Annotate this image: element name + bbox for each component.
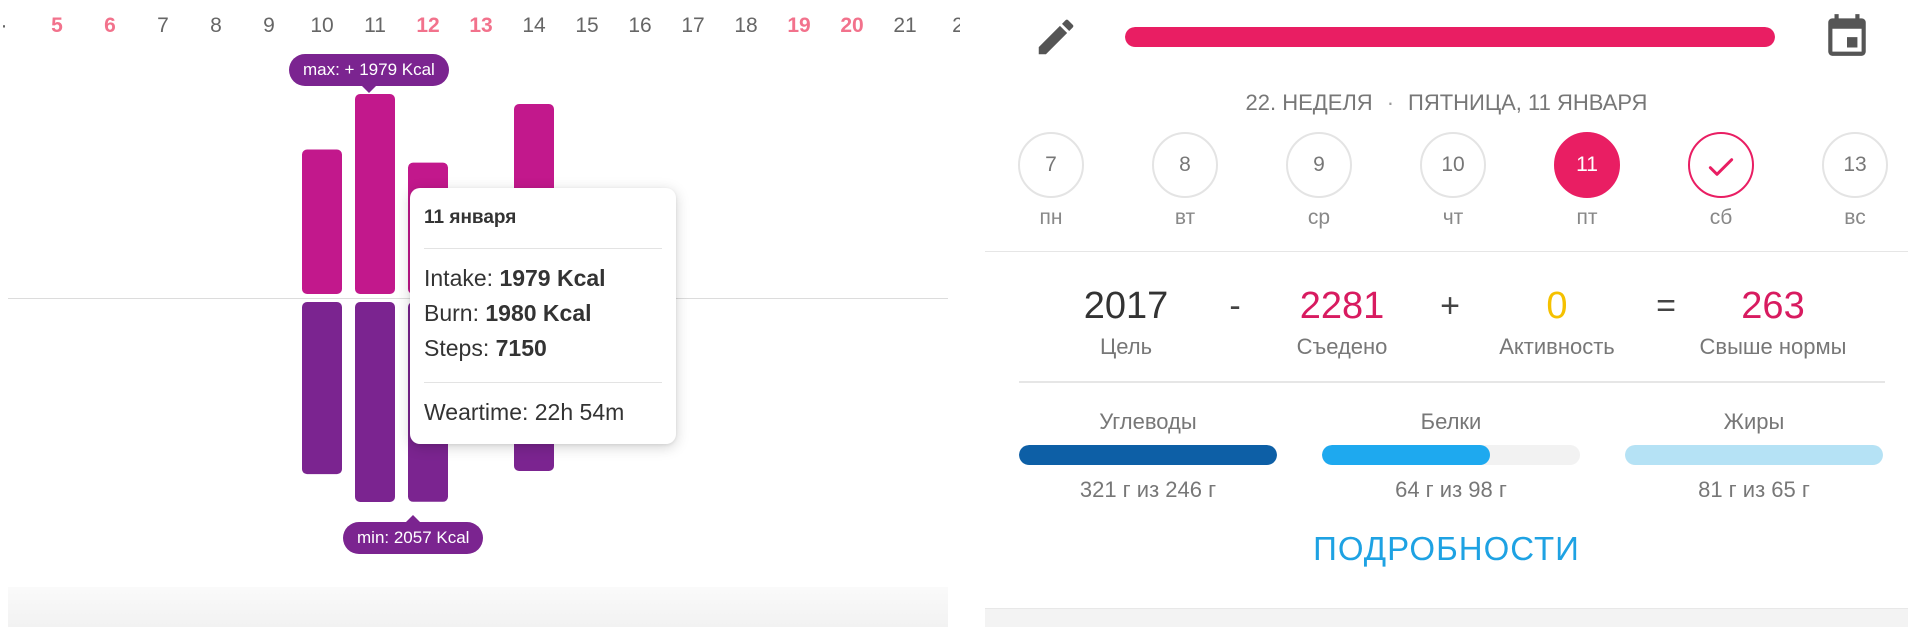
tooltip-burn-value: 1980 Kcal bbox=[485, 300, 592, 326]
left-footer-bar bbox=[8, 587, 948, 627]
macro-bar-fill bbox=[1019, 445, 1277, 465]
day-label: вт bbox=[1174, 206, 1196, 229]
day-number[interactable]: 10 bbox=[1420, 132, 1486, 198]
intake-bar-10[interactable] bbox=[302, 149, 342, 294]
daily-progress-fill bbox=[1125, 27, 1775, 47]
macro-protein: Белки 64 г из 98 г bbox=[1322, 405, 1580, 505]
burn-bar-10[interactable] bbox=[302, 302, 342, 475]
result-value: 263 bbox=[1741, 285, 1805, 327]
day-label: пн bbox=[1039, 206, 1063, 229]
divider bbox=[985, 251, 1908, 252]
day-label: пт bbox=[1576, 206, 1598, 229]
tooltip-burn-label: Burn: bbox=[424, 300, 486, 326]
tooltip-weartime: Weartime: 22h 54m bbox=[424, 399, 625, 425]
macro-fats: Жиры 81 г из 65 г bbox=[1625, 405, 1883, 505]
activity-value: 0 bbox=[1546, 285, 1568, 327]
date-header: 22. НЕДЕЛЯ · ПЯТНИЦА, 11 ЯНВАРЯ bbox=[985, 88, 1908, 118]
tooltip-steps: Steps: 7150 bbox=[424, 331, 662, 366]
macro-name: Белки bbox=[1420, 409, 1482, 434]
day-label: чт bbox=[1442, 206, 1464, 229]
macro-amount: 81 г из 65 г bbox=[1698, 477, 1810, 502]
day-number[interactable]: 8 bbox=[1152, 132, 1218, 198]
macro-name: Углеводы bbox=[1099, 409, 1197, 434]
calendar-icon bbox=[1828, 14, 1866, 56]
tooltip-divider bbox=[424, 248, 662, 249]
details-button[interactable]: ПОДРОБНОСТИ bbox=[985, 528, 1908, 570]
week-day-пт[interactable]: 11 пт bbox=[1542, 132, 1632, 232]
tooltip-date: 11 января bbox=[424, 207, 517, 228]
day-number[interactable]: 13 bbox=[1822, 132, 1888, 198]
panel-gap bbox=[960, 0, 985, 627]
result-term: 263 Свыше нормы bbox=[1673, 282, 1873, 362]
macro-carbs: Углеводы 321 г из 246 г bbox=[1019, 405, 1277, 505]
tooltip-steps-value: 7150 bbox=[495, 335, 547, 361]
macro-bar bbox=[1019, 445, 1277, 465]
tooltip-intake: Intake: 1979 Kcal bbox=[424, 261, 662, 296]
day-label: вс bbox=[1844, 206, 1866, 229]
tooltip-intake-label: Intake: bbox=[424, 265, 500, 291]
day-number[interactable]: 11 bbox=[1554, 132, 1620, 198]
activity-label: Активность bbox=[1499, 334, 1615, 359]
week-day-пн[interactable]: 7 пн bbox=[1006, 132, 1096, 232]
macro-bar-fill bbox=[1322, 445, 1490, 465]
burn-bar-11[interactable] bbox=[355, 302, 395, 502]
macro-amount: 321 г из 246 г bbox=[1079, 477, 1217, 502]
right-footer-bar bbox=[985, 608, 1908, 627]
day-check-circle[interactable] bbox=[1688, 132, 1754, 198]
divider bbox=[1019, 381, 1885, 383]
calendar-button[interactable] bbox=[1822, 10, 1872, 60]
eaten-term: 2281 Съедено bbox=[1242, 282, 1442, 362]
eaten-label: Съедено bbox=[1296, 334, 1388, 359]
week-day-вс[interactable]: 13 вс bbox=[1810, 132, 1900, 232]
week-label: 22. НЕДЕЛЯ bbox=[1245, 90, 1373, 115]
daily-progress-bar bbox=[1125, 27, 1775, 47]
goal-value: 2017 bbox=[1083, 285, 1169, 327]
eaten-value: 2281 bbox=[1299, 285, 1385, 327]
tooltip-burn: Burn: 1980 Kcal bbox=[424, 296, 662, 331]
macro-bar bbox=[1322, 445, 1580, 465]
checkmark-icon bbox=[1708, 158, 1734, 176]
tooltip-intake-value: 1979 Kcal bbox=[499, 265, 606, 291]
calorie-chart-panel: · 5 6 7 8 9 10 11 12 13 14 15 16 17 18 19 20 21 2 max: + 1… bbox=[0, 0, 960, 627]
goal-term: 2017 Цель bbox=[1026, 282, 1226, 362]
min-value-bubble: min: 2057 Kcal bbox=[343, 515, 484, 554]
week-day-вт[interactable]: 8 вт bbox=[1140, 132, 1230, 232]
date-separator: · bbox=[1386, 90, 1395, 115]
tooltip-divider bbox=[424, 382, 662, 383]
macro-amount: 64 г из 98 г bbox=[1395, 477, 1507, 502]
edit-button[interactable] bbox=[1033, 14, 1079, 60]
pencil-icon bbox=[1038, 19, 1074, 55]
tooltip-steps-label: Steps: bbox=[424, 335, 496, 361]
week-day-сб[interactable]: сб bbox=[1676, 132, 1766, 232]
macro-name: Жиры bbox=[1723, 409, 1785, 434]
macros-section: Углеводы 321 г из 246 г Белки 64 г из 98… bbox=[985, 405, 1908, 505]
day-label: сб bbox=[1709, 206, 1733, 229]
intake-bar-11[interactable] bbox=[355, 94, 395, 294]
activity-term: 0 Активность bbox=[1457, 282, 1657, 362]
daily-summary-panel: 22. НЕДЕЛЯ · ПЯТНИЦА, 11 ЯНВАРЯ 7 пн 8 вт 9 ср 1… bbox=[985, 0, 1908, 627]
calorie-equation: 2017 Цель - 2281 Съедено + 0 Активность … bbox=[985, 282, 1908, 362]
day-tooltip: 11 января Intake: 1979 Kcal Burn: 1980 K… bbox=[410, 188, 676, 444]
week-day-ср[interactable]: 9 ср bbox=[1274, 132, 1364, 232]
macro-bar bbox=[1625, 445, 1883, 465]
result-label: Свыше нормы bbox=[1699, 334, 1847, 359]
day-label: ср bbox=[1307, 206, 1331, 229]
macro-bar-fill bbox=[1625, 445, 1883, 465]
date-label: ПЯТНИЦА, 11 ЯНВАРЯ bbox=[1408, 90, 1648, 115]
goal-label: Цель bbox=[1099, 334, 1153, 359]
max-value-bubble: max: + 1979 Kcal bbox=[289, 54, 449, 93]
week-day-чт[interactable]: 10 чт bbox=[1408, 132, 1498, 232]
week-day-selector[interactable]: 7 пн 8 вт 9 ср 10 чт 11 пт сб 13 вс bbox=[985, 132, 1908, 242]
day-number[interactable]: 7 bbox=[1018, 132, 1084, 198]
day-number[interactable]: 9 bbox=[1286, 132, 1352, 198]
